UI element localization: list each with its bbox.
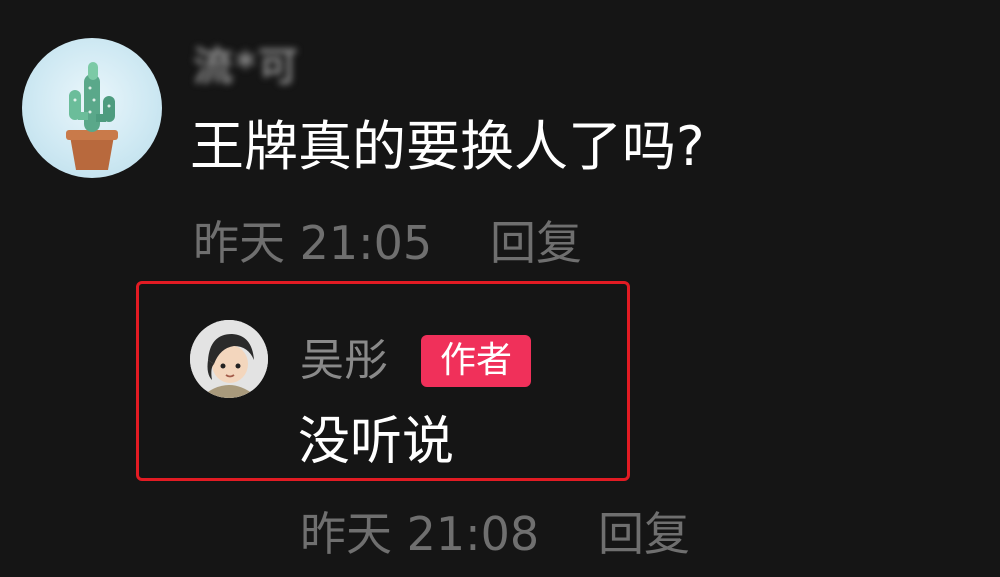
comment-text: 王牌真的要换人了吗?: [190, 115, 705, 178]
reply-timestamp: 昨天 21:08: [300, 507, 540, 561]
reply-text: 没听说: [298, 412, 455, 472]
avatar[interactable]: [22, 38, 162, 178]
reply-reply-button[interactable]: 回复: [598, 505, 690, 563]
author-badge: 作者: [421, 335, 531, 387]
username[interactable]: 流*可: [193, 44, 300, 90]
reply-button[interactable]: 回复: [490, 214, 582, 272]
timestamp: 昨天 21:05: [193, 216, 433, 270]
reply-username[interactable]: 吴彤: [300, 334, 388, 388]
reply-avatar[interactable]: [190, 320, 268, 398]
cactus-avatar-icon: [66, 62, 118, 170]
cartoon-person-avatar-icon: [190, 320, 268, 398]
